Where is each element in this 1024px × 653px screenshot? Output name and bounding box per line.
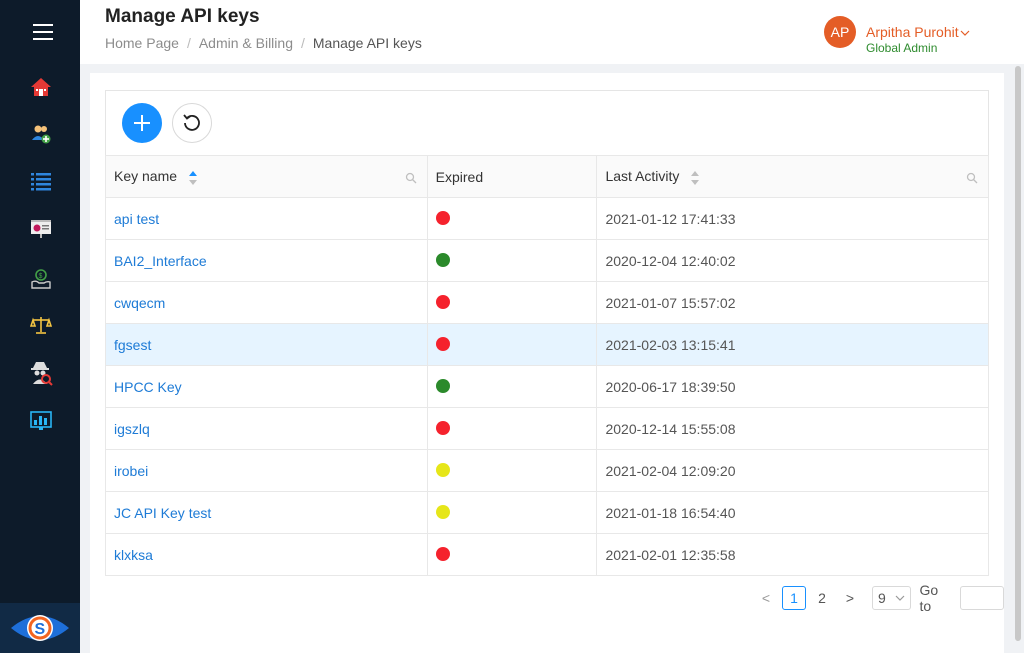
last-activity: 2021-01-07 15:57:02: [596, 281, 989, 324]
api-keys-table: Key name Expired Last Activity api test …: [105, 155, 989, 576]
table-row[interactable]: cwqecm 2021-01-07 15:57:02: [105, 281, 989, 324]
last-activity: 2021-02-03 13:15:41: [596, 323, 989, 366]
table-row[interactable]: igszlq 2020-12-14 15:55:08: [105, 407, 989, 450]
user-menu[interactable]: Arpitha Purohit: [866, 24, 970, 40]
table-row[interactable]: fgsest 2021-02-03 13:15:41: [105, 323, 989, 366]
last-activity: 2020-12-14 15:55:08: [596, 407, 989, 450]
sort-icon[interactable]: [691, 170, 700, 185]
api-keys-card: Key name Expired Last Activity api test …: [105, 90, 989, 576]
column-label: Expired: [435, 168, 484, 185]
status-dot: [435, 294, 450, 309]
status-dot: [435, 504, 450, 519]
add-key-button[interactable]: [122, 103, 162, 143]
sidebar: $ S: [0, 0, 80, 653]
pagination: < 1 2 > 9 Go to: [754, 582, 1004, 614]
table-row[interactable]: api test 2021-01-12 17:41:33: [105, 197, 989, 240]
chevron-down-icon[interactable]: [959, 24, 970, 40]
scrollbar-thumb[interactable]: [1015, 66, 1021, 641]
breadcrumb-admin-billing[interactable]: Admin & Billing: [199, 35, 293, 51]
plus-icon: [134, 115, 150, 131]
key-name-link[interactable]: igszlq: [114, 421, 150, 437]
table-row[interactable]: irobei 2021-02-04 12:09:20: [105, 449, 989, 492]
table-row[interactable]: JC API Key test 2021-01-18 16:54:40: [105, 491, 989, 534]
svg-text:S: S: [35, 621, 46, 638]
refresh-button[interactable]: [172, 103, 212, 143]
money-hand-icon[interactable]: $: [28, 266, 54, 292]
last-activity: 2021-02-01 12:35:58: [596, 533, 989, 576]
page-size-select[interactable]: 9: [872, 586, 911, 610]
breadcrumb-home[interactable]: Home Page: [105, 35, 179, 51]
last-activity: 2021-01-18 16:54:40: [596, 491, 989, 534]
status-dot: [435, 252, 450, 267]
key-name-link[interactable]: fgsest: [114, 337, 151, 353]
search-icon[interactable]: [966, 172, 978, 184]
list-icon[interactable]: [28, 168, 54, 194]
key-name-link[interactable]: JC API Key test: [114, 505, 211, 521]
refresh-icon: [183, 114, 200, 131]
user-name[interactable]: Arpitha Purohit: [866, 24, 959, 40]
avatar[interactable]: AP: [824, 16, 856, 48]
key-name-link[interactable]: irobei: [114, 463, 148, 479]
key-name-link[interactable]: HPCC Key: [114, 379, 182, 395]
last-activity: 2020-06-17 18:39:50: [596, 365, 989, 408]
column-label: Key name: [114, 168, 178, 185]
spy-search-icon[interactable]: [28, 360, 54, 386]
home-icon[interactable]: [28, 74, 54, 100]
breadcrumb-separator: /: [186, 35, 191, 51]
status-dot: [435, 546, 450, 561]
breadcrumb-separator: /: [300, 35, 305, 51]
key-name-link[interactable]: cwqecm: [114, 295, 165, 311]
status-dot: [435, 378, 450, 393]
key-name-link[interactable]: klxksa: [114, 547, 153, 563]
page-1-button[interactable]: 1: [782, 586, 806, 610]
status-dot: [435, 420, 450, 435]
search-icon[interactable]: [405, 172, 417, 184]
last-activity: 2021-02-04 12:09:20: [596, 449, 989, 492]
main-content: Key name Expired Last Activity api test …: [90, 73, 1004, 653]
key-name-link[interactable]: BAI2_Interface: [114, 253, 207, 269]
column-header-expired: Expired: [426, 155, 598, 198]
breadcrumb: Home Page / Admin & Billing / Manage API…: [105, 35, 422, 51]
prev-page-button[interactable]: <: [754, 586, 778, 610]
user-role: Global Admin: [866, 41, 938, 55]
menu-toggle-icon[interactable]: [33, 24, 53, 40]
column-header-last-activity[interactable]: Last Activity: [596, 155, 989, 198]
column-header-key-name[interactable]: Key name: [105, 155, 428, 198]
goto-page-input[interactable]: [960, 586, 1004, 610]
scales-icon[interactable]: [28, 312, 54, 338]
page-2-button[interactable]: 2: [810, 586, 834, 610]
svg-text:$: $: [39, 273, 43, 280]
key-name-link[interactable]: api test: [114, 211, 159, 227]
eye-logo-icon[interactable]: S: [0, 603, 80, 653]
dashboard-chart-icon[interactable]: [28, 408, 54, 434]
last-activity: 2021-01-12 17:41:33: [596, 197, 989, 240]
status-dot: [435, 336, 450, 351]
status-dot: [435, 462, 450, 477]
breadcrumb-current: Manage API keys: [312, 35, 422, 51]
sort-icon[interactable]: [188, 170, 197, 185]
table-header-row: Key name Expired Last Activity: [105, 155, 989, 198]
status-dot: [435, 210, 450, 225]
table-row[interactable]: BAI2_Interface 2020-12-04 12:40:02: [105, 239, 989, 282]
table-row[interactable]: klxksa 2021-02-01 12:35:58: [105, 533, 989, 576]
goto-label: Go to: [919, 582, 939, 614]
table-row[interactable]: HPCC Key 2020-06-17 18:39:50: [105, 365, 989, 408]
page-size-value: 9: [878, 590, 886, 606]
last-activity: 2020-12-04 12:40:02: [596, 239, 989, 282]
chevron-down-icon: [895, 595, 904, 601]
presentation-icon[interactable]: [28, 215, 54, 241]
next-page-button[interactable]: >: [838, 586, 862, 610]
column-label: Last Activity: [605, 168, 680, 185]
page-header: Manage API keys Home Page / Admin & Bill…: [80, 0, 1024, 64]
page-title: Manage API keys: [105, 6, 260, 27]
add-user-icon[interactable]: [28, 121, 54, 147]
